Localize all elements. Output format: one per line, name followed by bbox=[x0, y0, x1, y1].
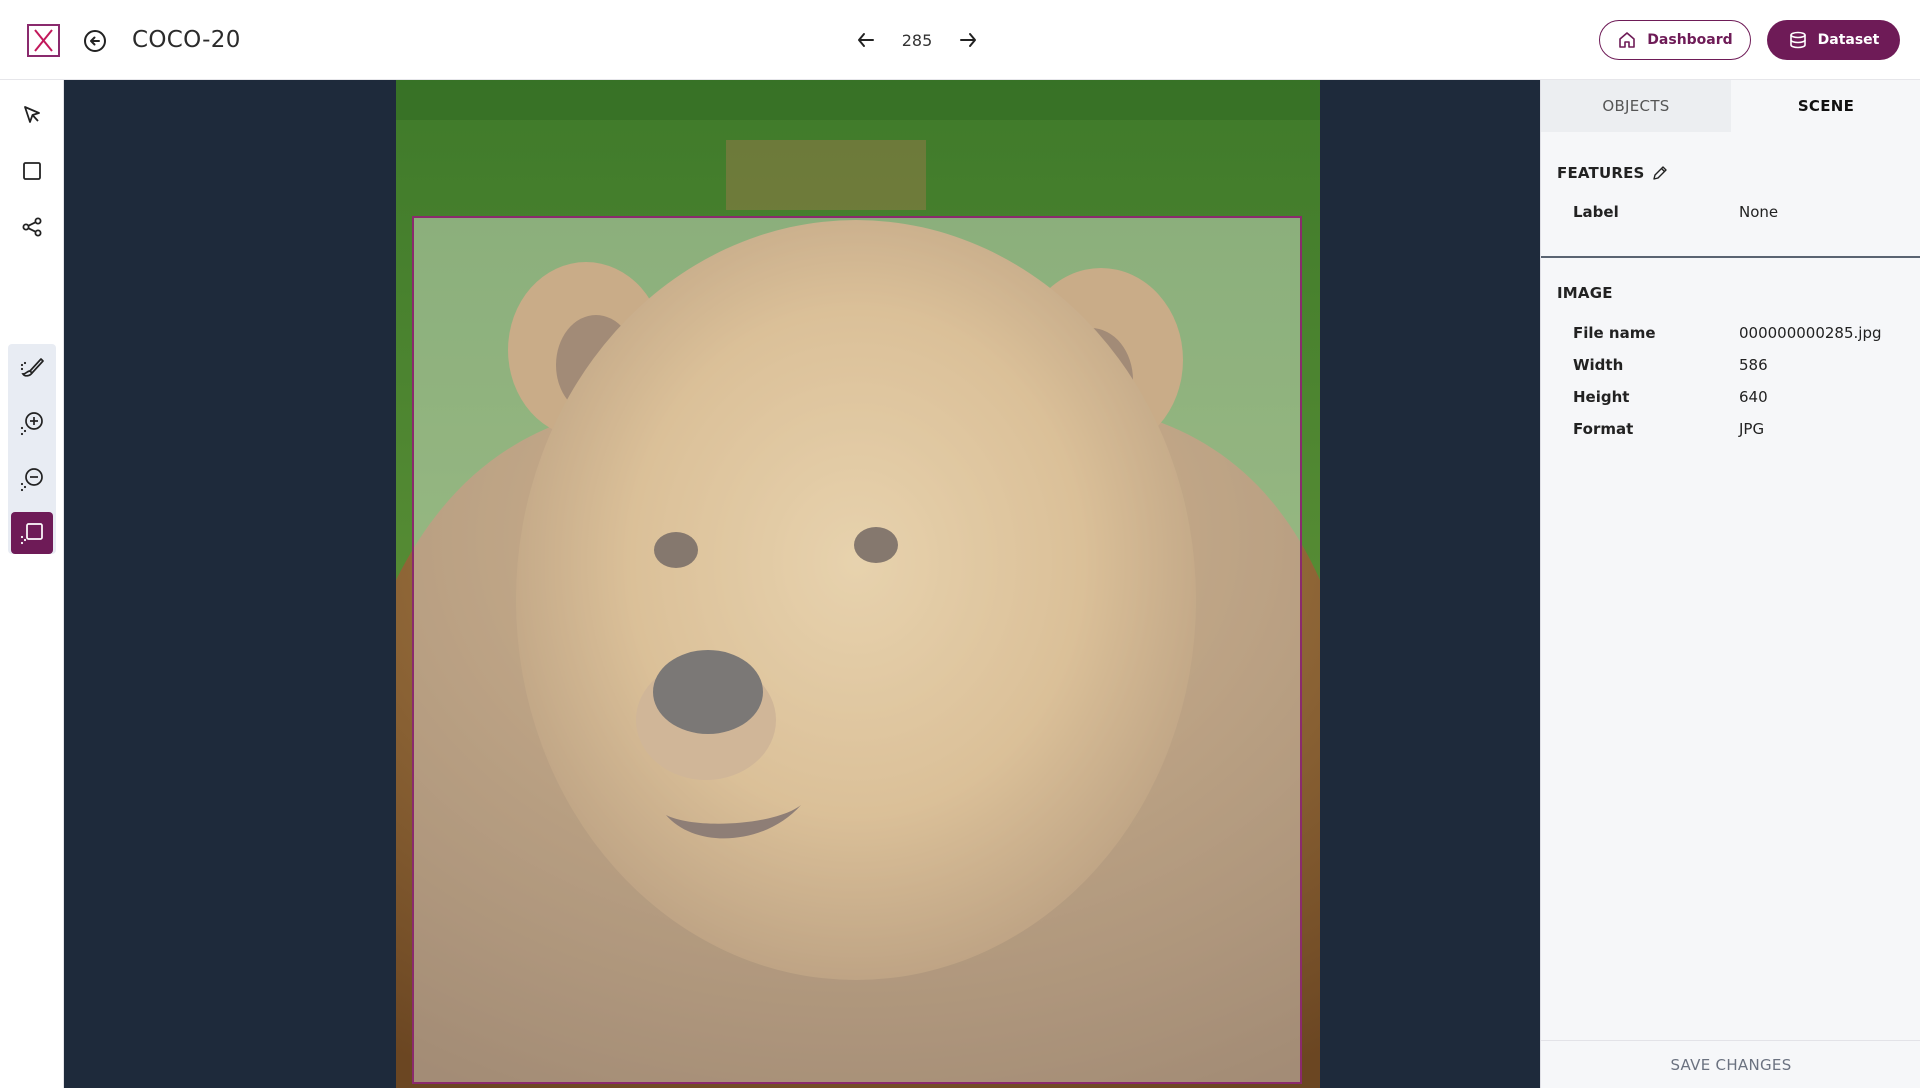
tool-sidebar bbox=[0, 80, 64, 1088]
section-divider bbox=[1541, 256, 1920, 258]
save-changes-button[interactable]: SAVE CHANGES bbox=[1541, 1040, 1920, 1088]
width-key: Width bbox=[1573, 356, 1624, 374]
app-logo[interactable] bbox=[27, 24, 60, 57]
magic-remove-icon bbox=[20, 468, 43, 492]
properties-panel: OBJECTS SCENE FEATURES Label None IMAGE … bbox=[1540, 80, 1920, 1088]
file-name-value: 000000000285.jpg bbox=[1739, 324, 1882, 342]
edit-features-button[interactable] bbox=[1651, 164, 1669, 182]
annotation-canvas[interactable] bbox=[64, 80, 1540, 1088]
top-bar: COCO-20 285 Dashboard Dataset bbox=[0, 0, 1920, 80]
smart-brush-tool-button[interactable] bbox=[11, 346, 53, 388]
dataset-button-label: Dataset bbox=[1817, 32, 1880, 48]
database-icon bbox=[1789, 31, 1806, 49]
panel-tabs: OBJECTS SCENE bbox=[1541, 80, 1920, 132]
smart-add-tool-button[interactable] bbox=[11, 402, 53, 444]
dashboard-button[interactable]: Dashboard bbox=[1599, 20, 1751, 60]
dashboard-button-label: Dashboard bbox=[1647, 32, 1733, 48]
image-number: 285 bbox=[901, 30, 933, 50]
smart-bbox-tool-button[interactable] bbox=[11, 512, 53, 554]
bounding-box-annotation[interactable] bbox=[412, 216, 1302, 1084]
arrow-left-circle-icon bbox=[84, 30, 106, 52]
arrow-right-icon bbox=[960, 33, 976, 47]
features-section-title: FEATURES bbox=[1557, 164, 1645, 182]
label-value[interactable]: None bbox=[1739, 203, 1778, 221]
height-value: 640 bbox=[1739, 388, 1768, 406]
label-key: Label bbox=[1573, 203, 1619, 221]
home-icon bbox=[1619, 32, 1636, 48]
share-nodes-icon bbox=[22, 217, 42, 237]
format-key: Format bbox=[1573, 420, 1634, 438]
tab-scene[interactable]: SCENE bbox=[1731, 80, 1920, 132]
file-name-key: File name bbox=[1573, 324, 1656, 342]
pencil-icon bbox=[1653, 166, 1667, 180]
select-tool-button[interactable] bbox=[11, 94, 53, 136]
format-value: JPG bbox=[1739, 420, 1765, 438]
magic-add-icon bbox=[20, 412, 43, 436]
height-key: Height bbox=[1573, 388, 1630, 406]
image-pager: 285 bbox=[852, 24, 982, 56]
smart-remove-tool-button[interactable] bbox=[11, 458, 53, 500]
next-image-button[interactable] bbox=[954, 26, 982, 54]
width-value: 586 bbox=[1739, 356, 1768, 374]
pointer-icon bbox=[24, 106, 40, 123]
magic-square-icon bbox=[20, 523, 43, 545]
bbox-tool-button[interactable] bbox=[11, 150, 53, 192]
previous-image-button[interactable] bbox=[852, 26, 880, 54]
image-section-title: IMAGE bbox=[1557, 284, 1613, 302]
arrow-left-icon bbox=[858, 33, 874, 47]
back-button[interactable] bbox=[82, 28, 108, 54]
tab-objects[interactable]: OBJECTS bbox=[1541, 80, 1731, 132]
dataset-button[interactable]: Dataset bbox=[1767, 20, 1900, 60]
keypoint-tool-button[interactable] bbox=[11, 206, 53, 248]
square-icon bbox=[23, 162, 41, 180]
dataset-title: COCO-20 bbox=[132, 27, 241, 53]
magic-brush-icon bbox=[20, 358, 44, 377]
